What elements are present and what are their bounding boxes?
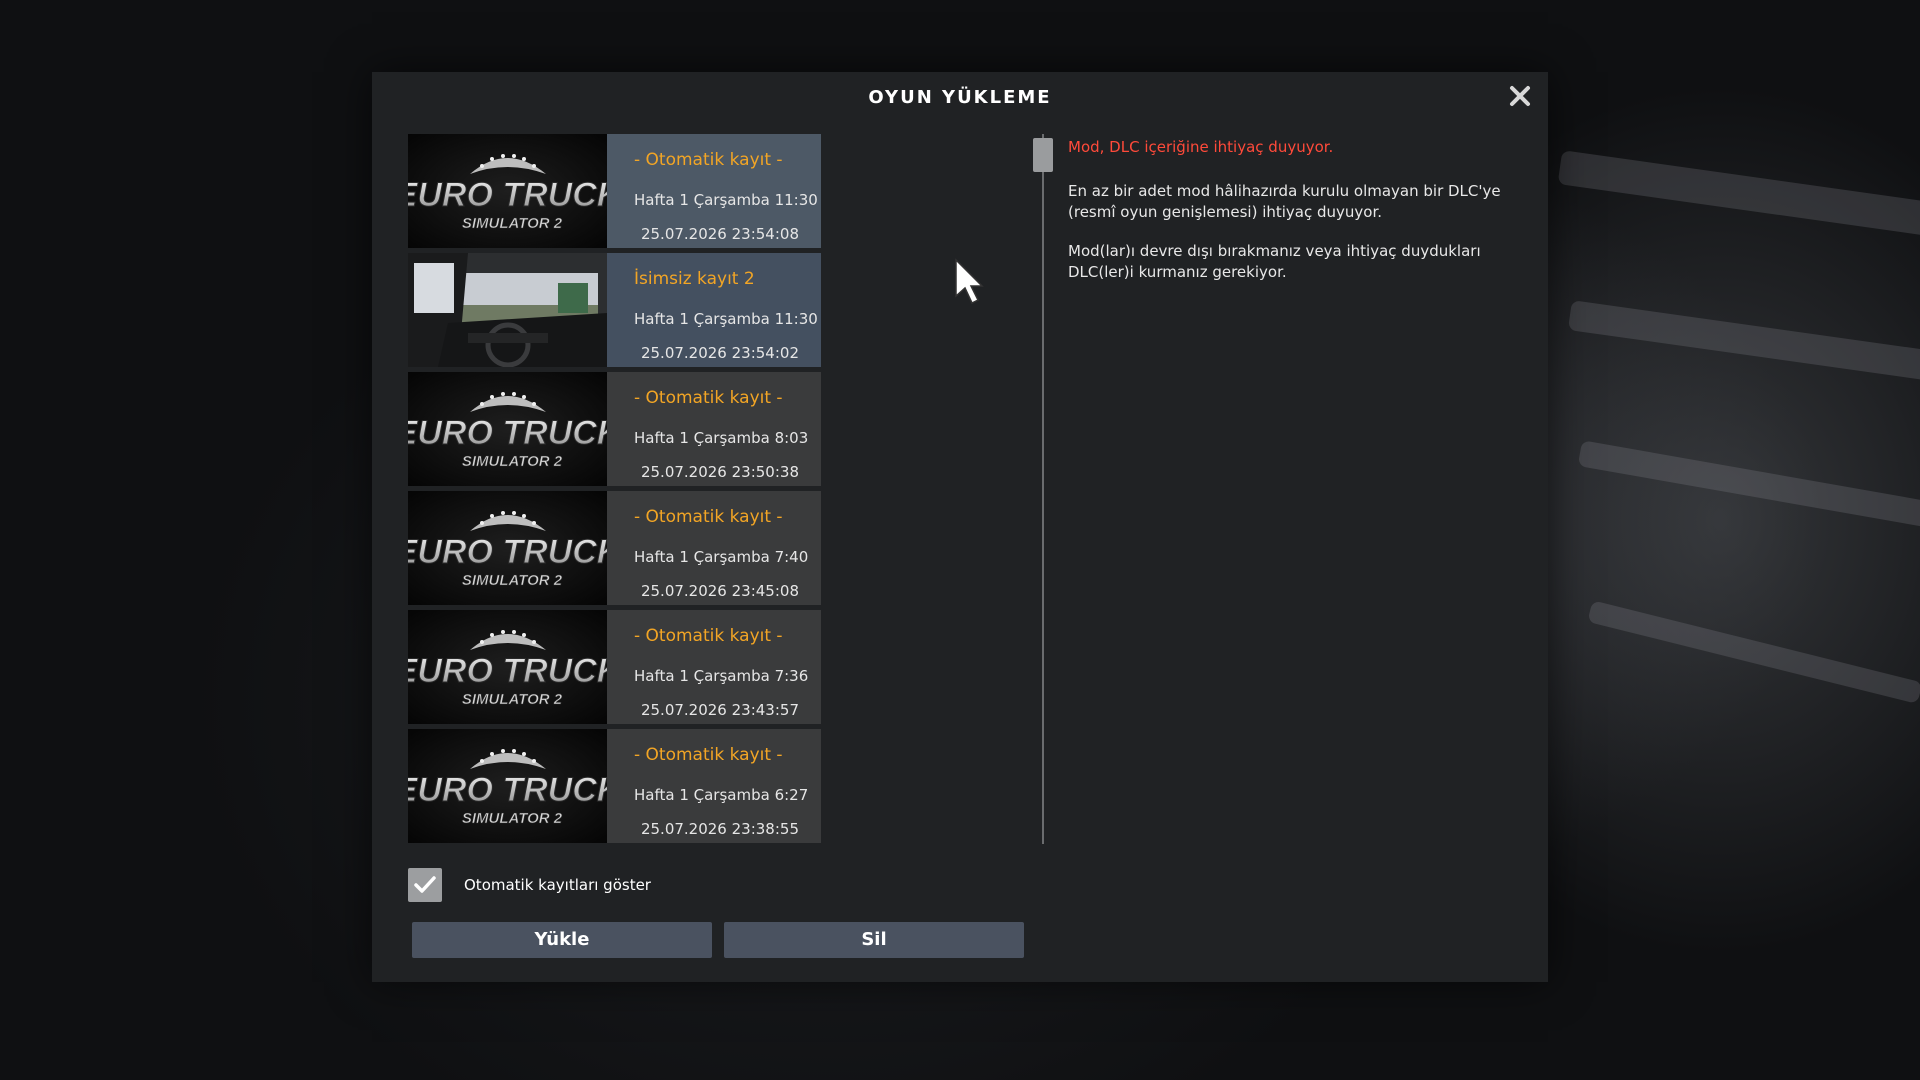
save-timestamp: 25.07.2026 23:45:08 — [640, 582, 799, 600]
save-info: - Otomatik kayıt - Hafta 1 Çarşamba 11:30… — [607, 134, 821, 248]
save-thumbnail: EURO TRUCK SIMULATOR 2 — [408, 491, 607, 605]
close-icon[interactable] — [1506, 82, 1534, 110]
checkmark-icon — [414, 876, 436, 893]
ets2-logo: EURO TRUCK SIMULATOR 2 — [408, 491, 607, 605]
ets2-logo: EURO TRUCK SIMULATOR 2 — [408, 134, 607, 248]
save-ingame-time: Hafta 1 Çarşamba 11:30 — [634, 310, 818, 328]
details-paragraph-2: Mod(lar)ı devre dışı bırakmanız veya iht… — [1068, 242, 1481, 281]
load-game-dialog: OYUN YÜKLEME EURO TRUCK SIMULATOR 2 - Ot… — [372, 72, 1548, 982]
save-thumbnail: EURO TRUCK SIMULATOR 2 — [408, 372, 607, 486]
save-list: EURO TRUCK SIMULATOR 2 - Otomatik kayıt … — [408, 134, 821, 844]
save-name: - Otomatik kayıt - — [634, 150, 783, 170]
ets2-logo: EURO TRUCK SIMULATOR 2 — [408, 610, 607, 724]
save-name: - Otomatik kayıt - — [634, 626, 783, 646]
save-name: - Otomatik kayıt - — [634, 507, 783, 527]
logo-subtitle-text: SIMULATOR 2 — [462, 215, 563, 232]
save-list-item[interactable]: EURO TRUCK SIMULATOR 2 - Otomatik kayıt … — [408, 610, 821, 724]
scrollbar-track[interactable] — [1042, 134, 1044, 844]
save-info: - Otomatik kayıt - Hafta 1 Çarşamba 6:27 2… — [607, 729, 821, 843]
save-list-item[interactable]: EURO TRUCK SIMULATOR 2 - Otomatik kayıt … — [408, 491, 821, 605]
logo-title-text: EURO TRUCK — [408, 771, 607, 809]
save-timestamp: 25.07.2026 23:43:57 — [640, 701, 799, 719]
save-info: İsimsiz kayıt 2 Hafta 1 Çarşamba 11:30 25.… — [607, 253, 821, 367]
delete-button[interactable]: Sil — [724, 922, 1024, 958]
save-info: - Otomatik kayıt - Hafta 1 Çarşamba 8:03 2… — [607, 372, 821, 486]
save-thumbnail: EURO TRUCK SIMULATOR 2 — [408, 729, 607, 843]
load-button[interactable]: Yükle — [412, 922, 712, 958]
ets2-logo: EURO TRUCK SIMULATOR 2 — [408, 729, 607, 843]
details-paragraph-1: En az bir adet mod hâlihazırda kurulu ol… — [1068, 182, 1501, 221]
logo-title-text: EURO TRUCK — [408, 652, 607, 690]
show-autosaves-label: Otomatik kayıtları göster — [464, 876, 651, 894]
save-ingame-time: Hafta 1 Çarşamba 8:03 — [634, 429, 809, 447]
ets2-logo: EURO TRUCK SIMULATOR 2 — [408, 372, 607, 486]
save-ingame-time: Hafta 1 Çarşamba 6:27 — [634, 786, 809, 804]
mouse-cursor-icon — [955, 258, 984, 305]
save-thumbnail: EURO TRUCK SIMULATOR 2 — [408, 134, 607, 248]
logo-title-text: EURO TRUCK — [408, 533, 607, 571]
scrollbar-thumb[interactable] — [1033, 138, 1053, 172]
save-timestamp: 25.07.2026 23:54:08 — [640, 225, 799, 243]
save-name: - Otomatik kayıt - — [634, 745, 783, 765]
save-timestamp: 25.07.2026 23:38:55 — [640, 820, 799, 838]
save-list-item[interactable]: EURO TRUCK SIMULATOR 2 - Otomatik kayıt … — [408, 134, 821, 248]
dlc-warning-text: Mod, DLC içeriğine ihtiyaç duyuyor. — [1068, 138, 1334, 156]
save-timestamp: 25.07.2026 23:54:02 — [640, 344, 799, 362]
save-name: İsimsiz kayıt 2 — [634, 269, 755, 289]
save-details-panel: Mod, DLC içeriğine ihtiyaç duyuyor. En a… — [1068, 134, 1508, 283]
truck-grille-stripe — [1557, 150, 1920, 237]
save-info: - Otomatik kayıt - Hafta 1 Çarşamba 7:36 2… — [607, 610, 821, 724]
save-list-item[interactable]: EURO TRUCK SIMULATOR 2 - Otomatik kayıt … — [408, 372, 821, 486]
logo-subtitle-text: SIMULATOR 2 — [462, 810, 563, 827]
logo-title-text: EURO TRUCK — [408, 176, 607, 214]
save-info: - Otomatik kayıt - Hafta 1 Çarşamba 7:40 2… — [607, 491, 821, 605]
save-name: - Otomatik kayıt - — [634, 388, 783, 408]
save-list-item[interactable]: İsimsiz kayıt 2 Hafta 1 Çarşamba 11:30 25.… — [408, 253, 821, 367]
save-ingame-time: Hafta 1 Çarşamba 11:30 — [634, 191, 818, 209]
save-thumbnail: EURO TRUCK SIMULATOR 2 — [408, 610, 607, 724]
truck-grille-stripe — [1587, 600, 1920, 704]
save-ingame-time: Hafta 1 Çarşamba 7:36 — [634, 667, 809, 685]
dialog-title: OYUN YÜKLEME — [868, 87, 1052, 108]
show-autosaves-checkbox[interactable] — [408, 868, 442, 902]
logo-title-text: EURO TRUCK — [408, 414, 607, 452]
logo-subtitle-text: SIMULATOR 2 — [462, 691, 563, 708]
truck-grille-stripe — [1577, 440, 1920, 529]
save-ingame-time: Hafta 1 Çarşamba 7:40 — [634, 548, 809, 566]
save-timestamp: 25.07.2026 23:50:38 — [640, 463, 799, 481]
save-thumbnail — [408, 253, 607, 367]
save-list-item[interactable]: EURO TRUCK SIMULATOR 2 - Otomatik kayıt … — [408, 729, 821, 843]
logo-subtitle-text: SIMULATOR 2 — [462, 572, 563, 589]
truck-grille-stripe — [1567, 300, 1920, 382]
logo-subtitle-text: SIMULATOR 2 — [462, 453, 563, 470]
cabin-screenshot-thumbnail — [408, 253, 607, 367]
